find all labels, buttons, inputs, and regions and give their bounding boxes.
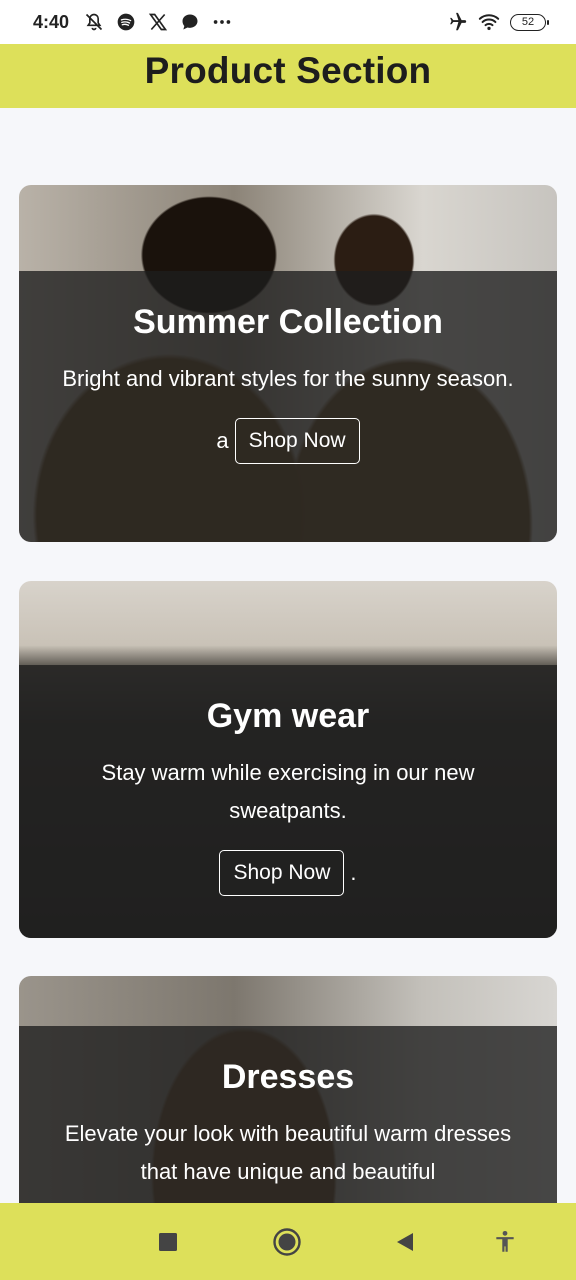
status-left: 4:40	[33, 11, 233, 33]
product-list[interactable]: Summer Collection Bright and vibrant sty…	[0, 108, 576, 1203]
status-bar: 4:40 52	[0, 0, 576, 44]
cta-row: Shop Now .	[219, 850, 357, 896]
product-card-dresses[interactable]: Dresses Elevate your look with beautiful…	[19, 976, 557, 1203]
more-dots-icon	[211, 11, 233, 33]
card-title: Gym wear	[206, 697, 370, 735]
cta-suffix: .	[350, 860, 357, 885]
card-overlay: Dresses Elevate your look with beautiful…	[19, 1026, 557, 1203]
spotify-icon	[115, 11, 137, 33]
mute-icon	[83, 11, 105, 33]
chat-bubble-icon	[179, 11, 201, 33]
x-icon	[147, 11, 169, 33]
status-right: 52	[446, 11, 549, 33]
shop-now-button[interactable]: Shop Now	[219, 850, 345, 896]
status-time: 4:40	[33, 11, 70, 32]
airplane-icon	[446, 11, 468, 33]
triangle-back-icon[interactable]	[390, 1227, 420, 1257]
app-header: Product Section	[0, 44, 576, 108]
cta-prefix: a	[216, 428, 229, 453]
card-title: Summer Collection	[133, 303, 443, 341]
circle-home-icon[interactable]	[272, 1227, 302, 1257]
accessibility-icon[interactable]	[490, 1227, 520, 1257]
page-title: Product Section	[144, 50, 432, 91]
square-recents-icon[interactable]	[153, 1227, 183, 1257]
card-title: Dresses	[221, 1058, 355, 1096]
wifi-icon	[478, 11, 500, 33]
shop-now-button[interactable]: Shop Now	[234, 418, 360, 464]
product-card-summer[interactable]: Summer Collection Bright and vibrant sty…	[19, 185, 557, 542]
card-description: Stay warm while exercising in our new sw…	[101, 760, 475, 823]
battery-icon: 52	[510, 13, 549, 31]
card-overlay: Summer Collection Bright and vibrant sty…	[19, 271, 557, 542]
navigation-bar	[0, 1203, 576, 1280]
product-card-gym[interactable]: Gym wear Stay warm while exercising in o…	[19, 581, 557, 938]
card-description: Bright and vibrant styles for the sunny …	[62, 366, 514, 391]
card-description: Elevate your look with beautiful warm dr…	[64, 1121, 512, 1184]
cta-row: a Shop Now	[216, 418, 360, 464]
card-overlay: Gym wear Stay warm while exercising in o…	[19, 665, 557, 938]
battery-level: 52	[521, 16, 535, 28]
